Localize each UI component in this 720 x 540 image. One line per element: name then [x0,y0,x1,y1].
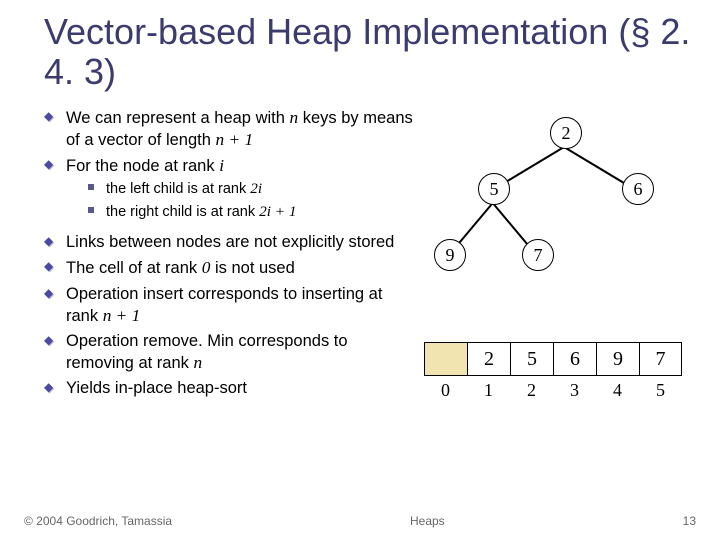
array-index: 0 [424,380,467,401]
page-number: 13 [683,514,696,528]
bullet-list: We can represent a heap with n keys by m… [44,107,414,400]
copyright: © 2004 Goodrich, Tamassia [24,514,172,528]
array-cell: 2 [467,342,510,376]
array-indices: 0 1 2 3 4 5 [424,380,682,401]
tree-node: 9 [434,239,466,271]
array-index: 4 [596,380,639,401]
array-cell: 7 [639,342,682,376]
tree-node: 6 [622,173,654,205]
array-cell: 9 [596,342,639,376]
sub-bullet-2: the right child is at rank 2i + 1 [88,202,414,222]
bullet-2: For the node at rank i the left child is… [44,155,414,228]
text: the left child is at rank [106,181,250,197]
array-cell: 6 [553,342,596,376]
slide-content: We can represent a heap with n keys by m… [0,107,720,404]
array-index: 2 [510,380,553,401]
bullet-3: Links between nodes are not explicitly s… [44,232,414,253]
tree-node: 5 [478,173,510,205]
array-cell: 5 [510,342,553,376]
sub-bullet-list: the left child is at rank 2i the right c… [66,177,414,228]
math-np1: n + 1 [216,130,254,149]
math-i: i [219,156,224,175]
tree-node: 7 [522,239,554,271]
text: the right child is at rank [106,204,259,220]
array-cells: 2 5 6 9 7 [424,342,682,376]
bullet-5: Operation insert corresponds to insertin… [44,284,414,327]
bullet-1: We can represent a heap with n keys by m… [44,107,414,151]
text: Operation remove. Min corresponds to rem… [66,332,348,372]
bullet-6: Operation remove. Min corresponds to rem… [44,331,414,374]
math-n: n [290,108,299,127]
bullet-column: We can represent a heap with n keys by m… [44,107,414,404]
math-2i: 2i [250,180,262,197]
text: is not used [210,259,294,277]
slide-title: Vector-based Heap Implementation (§ 2. 4… [0,0,720,107]
tree-node: 2 [550,117,582,149]
array-cell [424,342,467,376]
text: We can represent a heap with [66,109,290,127]
bullet-7: Yields in-place heap-sort [44,378,414,399]
array-index: 1 [467,380,510,401]
text: For the node at rank [66,157,219,175]
math-nb: n [193,353,202,372]
sub-bullet-1: the left child is at rank 2i [88,179,414,199]
text: The cell of at rank [66,259,202,277]
bullet-4: The cell of at rank 0 is not used [44,257,414,279]
array-index: 5 [639,380,682,401]
diagram-column: 2 5 6 9 7 2 5 6 9 7 0 1 2 3 4 5 [414,107,700,404]
array-index: 3 [553,380,596,401]
math-2i1: 2i + 1 [259,203,296,220]
heap-tree: 2 5 6 9 7 [420,117,690,307]
heap-array: 2 5 6 9 7 0 1 2 3 4 5 [424,342,682,401]
slide-footer: © 2004 Goodrich, Tamassia Heaps 13 [24,514,696,528]
footer-center: Heaps [172,514,683,528]
math-np1b: n + 1 [103,306,141,325]
